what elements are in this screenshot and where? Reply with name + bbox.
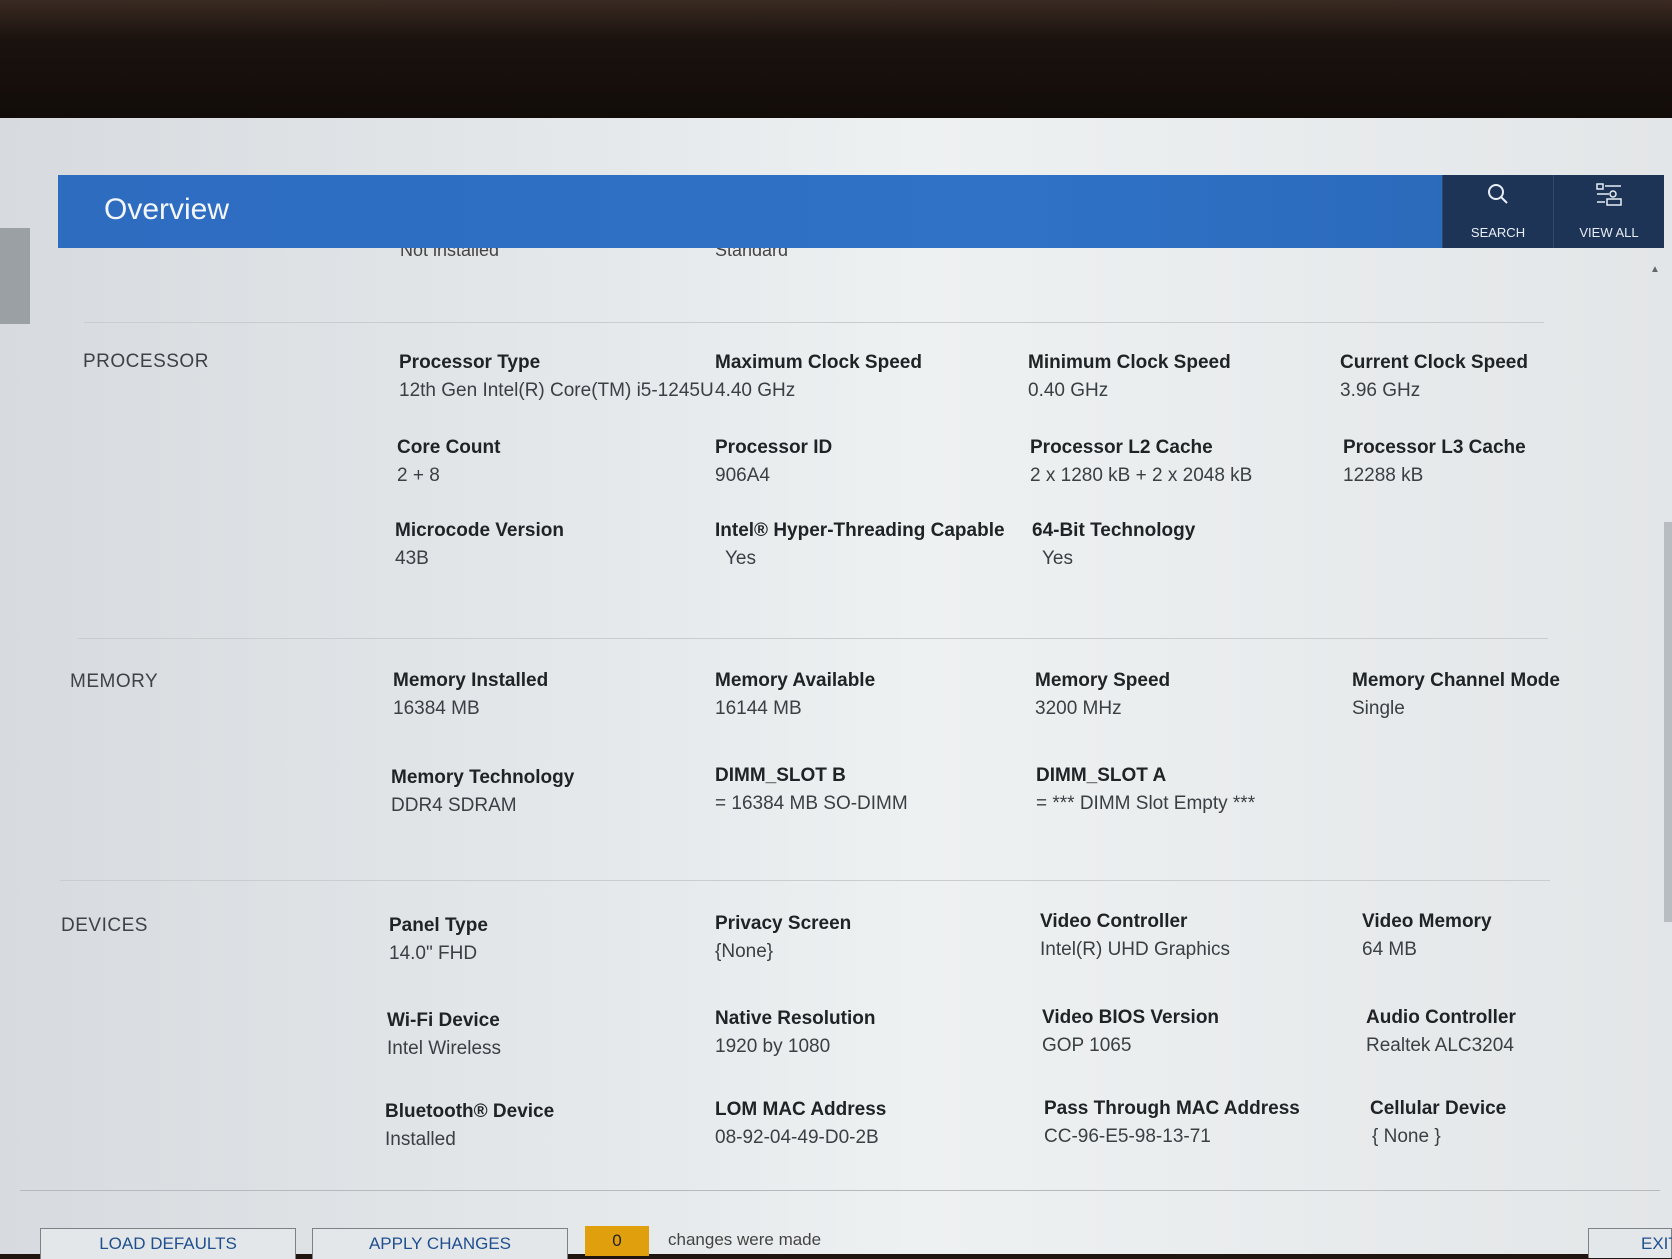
filter-list-icon bbox=[1596, 183, 1622, 206]
field-max-clock: Maximum Clock Speed 4.40 GHz bbox=[715, 352, 922, 401]
load-defaults-button[interactable]: LOAD DEFAULTS bbox=[40, 1228, 296, 1259]
view-all-button[interactable]: VIEW ALL bbox=[1553, 175, 1664, 248]
overview-header: Overview SEARCH VIEW ALL bbox=[58, 175, 1664, 248]
field-dimm-slot-b: DIMM_SLOT B = 16384 MB SO-DIMM bbox=[715, 765, 908, 814]
section-divider bbox=[84, 322, 1544, 323]
search-icon bbox=[1488, 184, 1508, 204]
field-core-count: Core Count 2 + 8 bbox=[397, 437, 501, 486]
field-processor-type: Processor Type 12th Gen Intel(R) Core(TM)… bbox=[399, 352, 714, 401]
field-min-clock: Minimum Clock Speed 0.40 GHz bbox=[1028, 352, 1231, 401]
change-count-badge: 0 bbox=[585, 1226, 649, 1256]
field-privacy-screen: Privacy Screen {None} bbox=[715, 913, 852, 962]
field-memory-technology: Memory Technology DDR4 SDRAM bbox=[391, 767, 575, 816]
page-title: Overview bbox=[104, 193, 230, 226]
field-lom-mac: LOM MAC Address 08-92-04-49-D0-2B bbox=[715, 1099, 887, 1148]
search-button[interactable]: SEARCH bbox=[1442, 175, 1553, 248]
scroll-up-arrow[interactable]: ▲ bbox=[1650, 264, 1660, 275]
clipped-value-left: Not installed bbox=[400, 248, 500, 260]
memory-section-label: MEMORY bbox=[70, 671, 159, 692]
apply-changes-button[interactable]: APPLY CHANGES bbox=[312, 1228, 568, 1259]
footer-divider bbox=[20, 1190, 1660, 1191]
monitor-bezel bbox=[0, 0, 1672, 120]
view-all-label: VIEW ALL bbox=[1579, 225, 1639, 240]
field-native-resolution: Native Resolution 1920 by 1080 bbox=[715, 1008, 876, 1057]
overview-content: Not installed Standard PROCESSOR Process… bbox=[0, 248, 1672, 1191]
changes-status-text: changes were made bbox=[668, 1230, 822, 1249]
field-video-controller: Video Controller Intel(R) UHD Graphics bbox=[1040, 911, 1231, 960]
field-processor-id: Processor ID 906A4 bbox=[715, 437, 833, 486]
field-memory-speed: Memory Speed 3200 MHz bbox=[1035, 670, 1171, 719]
field-video-bios: Video BIOS Version GOP 1065 bbox=[1042, 1007, 1220, 1056]
field-wifi-device: Wi-Fi Device Intel Wireless bbox=[387, 1010, 502, 1059]
field-video-memory: Video Memory 64 MB bbox=[1362, 911, 1492, 960]
footer-bar: LOAD DEFAULTS APPLY CHANGES 0 changes we… bbox=[0, 1192, 1672, 1259]
field-current-clock: Current Clock Speed 3.96 GHz bbox=[1340, 352, 1528, 401]
field-bluetooth-device: Bluetooth® Device Installed bbox=[385, 1101, 555, 1150]
processor-section-label: PROCESSOR bbox=[83, 351, 209, 372]
field-64bit: 64-Bit Technology Yes bbox=[1032, 520, 1196, 569]
search-label: SEARCH bbox=[1470, 225, 1526, 240]
field-l3-cache: Processor L3 Cache 12288 kB bbox=[1343, 437, 1526, 486]
field-memory-available: Memory Available 16144 MB bbox=[715, 670, 876, 719]
field-microcode: Microcode Version 43B bbox=[395, 520, 564, 569]
field-audio-controller: Audio Controller Realtek ALC3204 bbox=[1366, 1007, 1516, 1056]
field-l2-cache: Processor L2 Cache 2 x 1280 kB + 2 x 2048… bbox=[1030, 437, 1253, 486]
field-panel-type: Panel Type 14.0" FHD bbox=[389, 915, 488, 964]
field-dimm-slot-a: DIMM_SLOT A = *** DIMM Slot Empty *** bbox=[1036, 765, 1256, 814]
field-hyperthreading: Intel® Hyper-Threading Capable Yes bbox=[715, 520, 1005, 569]
field-memory-installed: Memory Installed 16384 MB bbox=[393, 670, 549, 719]
field-cellular-device: Cellular Device{ None } bbox=[1370, 1098, 1507, 1147]
devices-section-label: DEVICES bbox=[61, 915, 148, 936]
field-memory-channel: Memory Channel Mode Single bbox=[1352, 670, 1560, 719]
section-divider bbox=[60, 880, 1550, 881]
field-passthrough-mac: Pass Through MAC Address CC-96-E5-98-13-7… bbox=[1044, 1098, 1300, 1147]
scrollbar-thumb[interactable] bbox=[1664, 522, 1672, 922]
section-divider bbox=[78, 638, 1548, 639]
clipped-value-right: Standard bbox=[715, 248, 789, 260]
